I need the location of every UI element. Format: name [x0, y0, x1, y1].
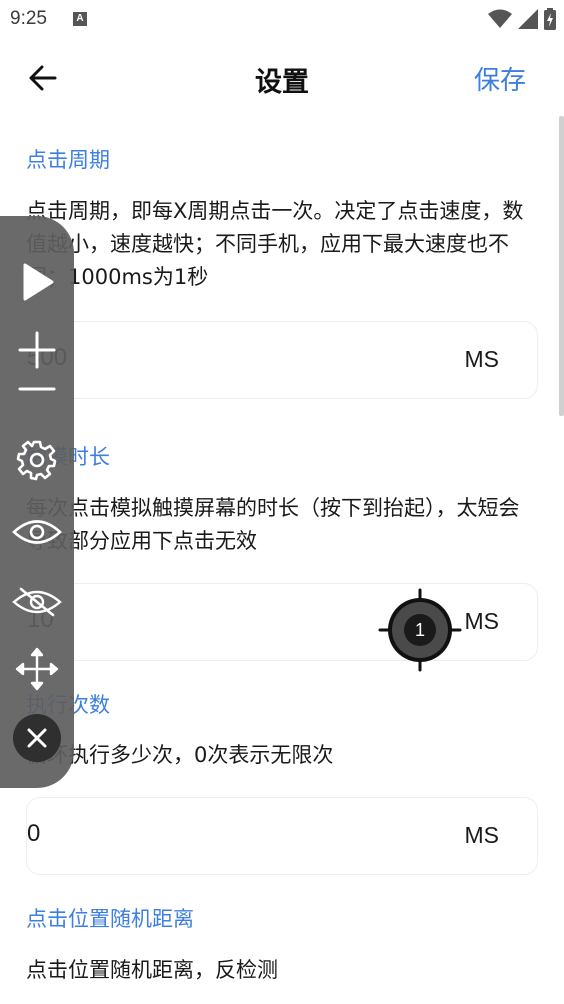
- run-count-unit: MS: [464, 822, 500, 848]
- scrollbar[interactable]: [559, 116, 564, 416]
- wifi-icon: [488, 9, 512, 28]
- section-desc-random-distance: 点击位置随机距离，反检测: [26, 958, 278, 982]
- click-target[interactable]: 1: [378, 588, 462, 672]
- show-targets-button[interactable]: [0, 510, 74, 554]
- floating-control-panel[interactable]: [0, 216, 74, 788]
- click-interval-unit: MS: [464, 346, 500, 372]
- increase-speed-button[interactable]: [0, 328, 74, 372]
- minus-icon: [18, 387, 56, 391]
- close-panel-button[interactable]: [12, 714, 62, 762]
- hide-targets-button[interactable]: [0, 580, 74, 624]
- move-icon: [15, 647, 59, 691]
- gear-icon: [16, 440, 57, 481]
- touch-duration-unit: MS: [464, 608, 500, 634]
- run-count-value[interactable]: 0: [27, 820, 40, 848]
- status-icons: [488, 8, 556, 30]
- play-button[interactable]: [0, 260, 74, 304]
- section-title-click-interval: 点击周期: [26, 148, 110, 172]
- status-time: 9:25: [10, 8, 47, 29]
- click-target-label: 1: [414, 620, 425, 640]
- settings-button[interactable]: [0, 438, 74, 482]
- run-count-field[interactable]: 0 MS: [26, 797, 538, 875]
- plus-icon: [18, 331, 56, 369]
- status-bar: 9:25 A: [0, 0, 564, 38]
- click-interval-field[interactable]: 500 MS: [26, 321, 538, 399]
- notification-app-icon: A: [73, 12, 87, 26]
- section-desc-click-interval: 点击周期，即每X周期点击一次。决定了点击速度，数值越小，速度越快；不同手机，应用…: [26, 199, 524, 289]
- section-title-random-distance: 点击位置随机距离: [26, 907, 194, 931]
- app-bar: 设置 保存: [0, 38, 564, 116]
- eye-off-icon: [12, 587, 62, 617]
- decrease-speed-button[interactable]: [0, 378, 74, 400]
- signal-icon: [518, 9, 538, 29]
- battery-charging-icon: [544, 8, 556, 30]
- eye-icon: [12, 520, 62, 544]
- play-icon: [23, 263, 54, 301]
- move-panel-button[interactable]: [0, 646, 74, 692]
- section-desc-run-count: 循环执行多少次，0次表示无限次: [26, 743, 334, 767]
- close-icon: [13, 714, 61, 762]
- save-button[interactable]: 保存: [474, 60, 526, 97]
- section-desc-touch-duration: 每次点击模拟触摸屏幕的时长（按下到抬起），太短会导致部分应用下点击无效: [26, 496, 520, 553]
